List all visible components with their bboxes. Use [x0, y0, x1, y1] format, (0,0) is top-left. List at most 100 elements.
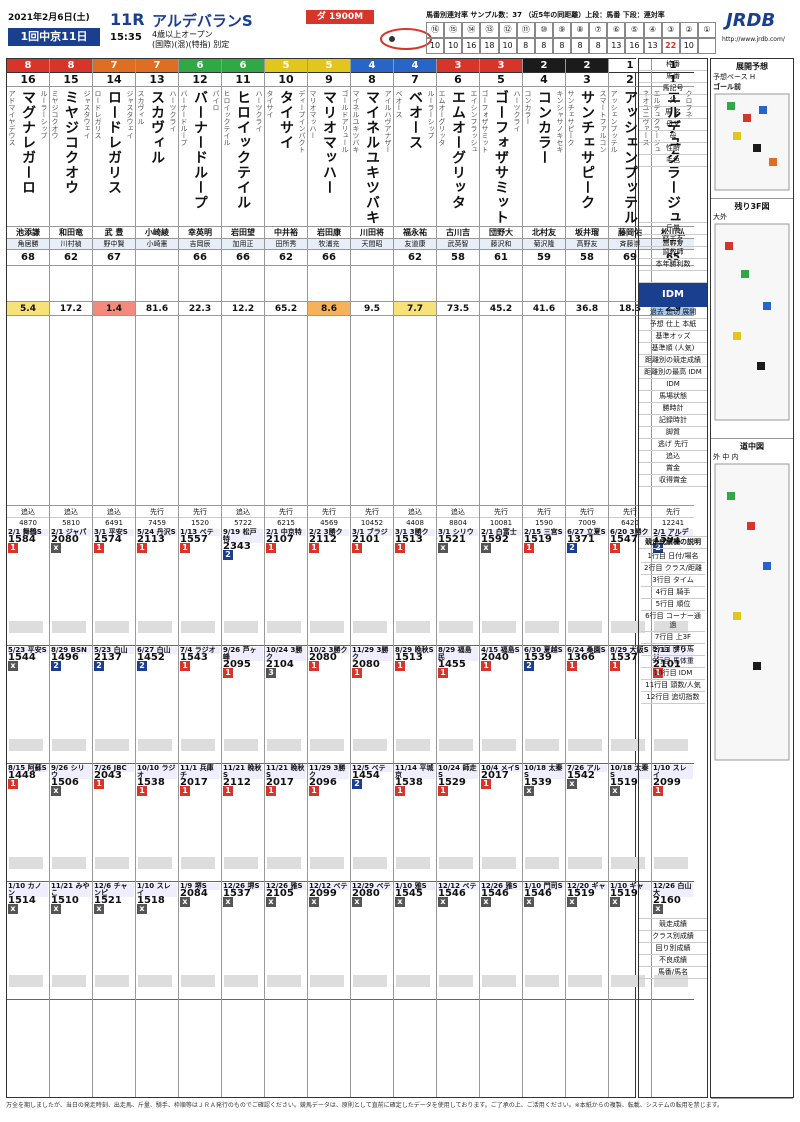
- horse-name[interactable]: アッシェンプッテル: [620, 90, 640, 226]
- past-race[interactable]: 2/1 ジャパ 2080 x: [50, 528, 92, 646]
- past-race[interactable]: 1/10 門司S 1546 x: [523, 882, 565, 1000]
- horse-column[interactable]: 4 7 ベオース ベオース ルーラーシップ 福永祐 友道康 62 7.7 追込 4408 3/1 3勝…: [394, 59, 437, 1097]
- horse-name[interactable]: ロードレガリス: [104, 90, 124, 226]
- horse-name[interactable]: ヒロイックテイル: [233, 90, 253, 226]
- horse-name[interactable]: マリオマッハー: [319, 90, 339, 226]
- past-race-rank: 1: [610, 543, 620, 553]
- past-race[interactable]: 11/29 3勝ク 2080 1: [351, 646, 393, 764]
- horse-name[interactable]: マグナレガーロ: [18, 90, 38, 226]
- past-race[interactable]: 1/10 雅S 1545 x: [394, 882, 436, 1000]
- past-race[interactable]: 8/29 晩秋S 1513 1: [394, 646, 436, 764]
- past-race[interactable]: 3/1 シリウ 1521 x: [437, 528, 479, 646]
- past-race[interactable]: 12/20 ギャ 1519 x: [566, 882, 608, 1000]
- horse-name[interactable]: タイサイ: [276, 90, 296, 226]
- past-race[interactable]: 1/9 堺S 2084 x: [179, 882, 221, 1000]
- base-odds: 12.2: [222, 302, 264, 316]
- past-race[interactable]: 5/24 丹沢S 2113 1: [136, 528, 178, 646]
- past-race[interactable]: 9/26 シリウ 1506 x: [50, 764, 92, 882]
- past-race[interactable]: 12/5 ベテ 1454 2: [351, 764, 393, 882]
- past-race[interactable]: 1/10 カノン 1514 x: [7, 882, 49, 1000]
- past-race-time: 2043: [94, 770, 122, 781]
- past-race[interactable]: 10/24 3勝ク 2104 3: [265, 646, 307, 764]
- past-race-time: 2040: [481, 652, 509, 663]
- past-race[interactable]: 3/1 ブラジ 2101 1: [351, 528, 393, 646]
- past-race[interactable]: 11/21 晩秋S 2112 1: [222, 764, 264, 882]
- past-race[interactable]: 1/13 ベテ 1557 1: [179, 528, 221, 646]
- horse-name[interactable]: ミヤジコクオウ: [61, 90, 81, 226]
- trainer-name: 牧浦充: [308, 239, 350, 250]
- horse-column[interactable]: 5 10 タイサイ タイサイ ディープインパクト 中井裕 田所秀 62 65.2 先行 6215 2/…: [265, 59, 308, 1097]
- past-race[interactable]: 10/10 ラジオ 1538 1: [136, 764, 178, 882]
- horse-column[interactable]: 6 11 ヒロイックテイル ヒロイックテイル ハーツクライ 岩田望 加用正 66 12.2 追込 5…: [222, 59, 265, 1097]
- past-race[interactable]: 5/23 平安S 1544 x: [7, 646, 49, 764]
- past-race[interactable]: 10/18 太秦S 1539 x: [523, 764, 565, 882]
- past-race[interactable]: 9/19 松戸特 2343 2: [222, 528, 264, 646]
- past-race[interactable]: 12/29 ベテ 2080 x: [351, 882, 393, 1000]
- past-race[interactable]: 6/27 白山 1452 2: [136, 646, 178, 764]
- past-race[interactable]: 4/15 福島S 2040 1: [480, 646, 522, 764]
- past-race[interactable]: 8/29 福島民 1455 1: [437, 646, 479, 764]
- past-race[interactable]: 12/26 堺S 1537 x: [222, 882, 264, 1000]
- horse-column[interactable]: 6 12 バーナードループ バーナードループ パイロ 幸英明 吉岡辰 66 22.3 先行 1520…: [179, 59, 222, 1097]
- horse-column[interactable]: 4 8 マイネルユキツバキ マイネルユキツバキ アイルハヴアナザー 川田将 天間昭 9.5 先行…: [351, 59, 394, 1097]
- past-race[interactable]: 11/21 みやこ 1510 x: [50, 882, 92, 1000]
- horse-name[interactable]: バーナードループ: [190, 90, 210, 226]
- horse-number: 13: [136, 73, 178, 87]
- past-race[interactable]: 2/2 3勝ク 2112 1: [308, 528, 350, 646]
- past-race-rank: 1: [8, 779, 18, 789]
- horse-column[interactable]: 7 14 ロードレガリス ロードレガリス ジャスタウェイ武 豊野中賢 67 1.4 追込 649…: [93, 59, 136, 1097]
- past-race[interactable]: 12/26 雅S 2105 x: [265, 882, 307, 1000]
- horse-name[interactable]: ベオース: [405, 90, 425, 226]
- past-race[interactable]: 10/4 メイS 2017 1: [480, 764, 522, 882]
- past-race-time: 2080: [309, 652, 337, 663]
- past-race[interactable]: 11/21 晩秋S 2017 1: [265, 764, 307, 882]
- horse-column[interactable]: 8 15 ミヤジコクオウ ミヤジコクオウ ジャスタウェイ 和田竜 川村禎 62 17.2 追込 58…: [50, 59, 93, 1097]
- past-race[interactable]: 11/1 兵庫チ 2017 1: [179, 764, 221, 882]
- past-race[interactable]: 12/12 ベテ 2099 x: [308, 882, 350, 1000]
- horse-column[interactable]: 2 3 サンチェサピーク サンチェサピーク スマートファルコン 坂井瑠 高野友 58 36.8 先…: [566, 59, 609, 1097]
- past-race[interactable]: 3/1 3勝ク 1513 1: [394, 528, 436, 646]
- past-race[interactable]: 2/1 舞鶴S 1584 1: [7, 528, 49, 646]
- past-race[interactable]: 9/26 芦ヶ峰 2095 1: [222, 646, 264, 764]
- past-race[interactable]: 2/15 三宮S 1519 1: [523, 528, 565, 646]
- horse-column[interactable]: 2 4 コンカラー コンカラー キンシャサノキセキ 北村友 菊沢隆 59 41.6 先行 1590 2…: [523, 59, 566, 1097]
- past-race[interactable]: 8/15 阿蘇S 1448 1: [7, 764, 49, 882]
- past-race[interactable]: 12/6 チャンピ 1521 x: [93, 882, 135, 1000]
- horse-column[interactable]: 7 13 スカヴィル スカヴィル ハーツクライ 小崎綾 小崎憲 81.6 先行 7459 5/24 …: [136, 59, 179, 1097]
- past-race[interactable]: 12/26 雅S 1546 x: [480, 882, 522, 1000]
- past-race[interactable]: 7/26 アル 1542 x: [566, 764, 608, 882]
- horse-name[interactable]: スカヴィル: [147, 90, 167, 226]
- midrace-title: 道中図: [740, 442, 764, 451]
- horse-name[interactable]: ゴーフォザサミット: [491, 90, 511, 226]
- horse-column[interactable]: 8 16 アドマイヤデウス マグナレガーロ ルーラーシップ 池添謙 角居勝 68 5.4 追込 48…: [7, 59, 50, 1097]
- past-race[interactable]: 10/2 3勝ク 2080 1: [308, 646, 350, 764]
- horse-name[interactable]: マイネルユキツバキ: [362, 90, 382, 226]
- past-race[interactable]: 6/30 夏越S 1539 2: [523, 646, 565, 764]
- horse-column[interactable]: 3 6 エムオーグリッタ エムオーグリッタ エイシンフラッシュ 古川吉 武英智 58 73.5 追…: [437, 59, 480, 1097]
- horse-column[interactable]: 3 5 ゴーフォザサミット ゴーフォザサミット ハーツクライ 団野大 藤沢和 61 45.2 先行…: [480, 59, 523, 1097]
- past-race[interactable]: 5/23 白山 2137 2: [93, 646, 135, 764]
- past-race[interactable]: 2/1 白富士 1592 x: [480, 528, 522, 646]
- past-race[interactable]: 1/10 スレイ 1518 x: [136, 882, 178, 1000]
- past-race-time: 2101: [352, 534, 380, 545]
- horse-name[interactable]: エムオーグリッタ: [448, 90, 468, 226]
- legend-item: 馬記号: [639, 83, 707, 95]
- idm-value: 59: [523, 250, 565, 266]
- past-race[interactable]: 2/1 中京特 2107 1: [265, 528, 307, 646]
- horse-name[interactable]: サンチェサピーク: [577, 90, 597, 226]
- past-race-time: 1455: [438, 659, 466, 670]
- sample-rate: 10: [679, 38, 698, 54]
- past-race[interactable]: 6/27 立夏S 1371 2: [566, 528, 608, 646]
- horse-column[interactable]: 5 9 マリオマッハー マリオマッハー ゴールドアリュール 岩田康 牧浦充 66 8.6 先行 45…: [308, 59, 351, 1097]
- horse-name[interactable]: コンカラー: [534, 90, 554, 226]
- past-race[interactable]: 8/29 BSN 1496 2: [50, 646, 92, 764]
- past-race[interactable]: 10/24 師走S 1529 1: [437, 764, 479, 882]
- past-race[interactable]: 3/1 平安S 1574 1: [93, 528, 135, 646]
- past-race[interactable]: 11/14 平城京 1538 1: [394, 764, 436, 882]
- past-race[interactable]: 7/4 ラジオ 1543 1: [179, 646, 221, 764]
- past-race[interactable]: 6/24 桑園S 1366 1: [566, 646, 608, 764]
- past-race[interactable]: 12/12 ベテ 1546 x: [437, 882, 479, 1000]
- past-race[interactable]: 7/26 JBC 2043 1: [93, 764, 135, 882]
- past-race[interactable]: 11/29 3勝ク 2096 1: [308, 764, 350, 882]
- sample-num: ⑭: [462, 22, 481, 38]
